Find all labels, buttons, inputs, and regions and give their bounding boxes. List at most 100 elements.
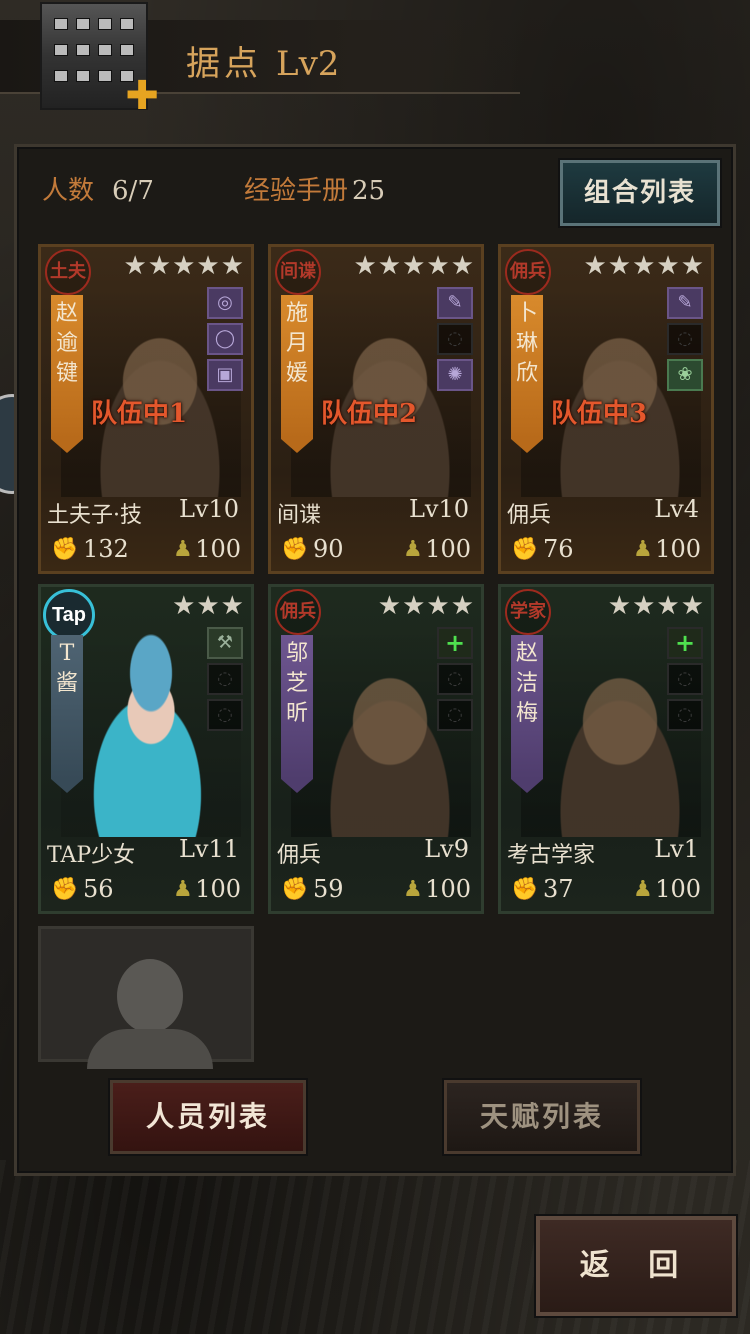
gourd-icon: ♟ (403, 877, 423, 902)
equipment-slots: + ◌ ◌ (437, 627, 473, 735)
empty-slot-icon[interactable]: ◌ (667, 699, 703, 731)
equipment-slots: + ◌ ◌ (667, 627, 703, 735)
people-count: 人数 6/7 (42, 170, 154, 207)
class-seal: 土夫 (45, 249, 91, 295)
equipment-slots: ⚒ ◌ ◌ (207, 627, 243, 735)
character-card[interactable]: 佣兵 ★★★★★ 卜 琳 欣 ✎ ◌ ❀ 队伍中3 佣兵 Lv4 ✊ 76 ♟ … (498, 244, 714, 574)
exp-label: 经验手册 (244, 176, 349, 206)
character-card[interactable]: 学家 ★★★★ 赵 洁 梅 + ◌ ◌ 考古学家 Lv1 ✊ 37 ♟ 100 (498, 584, 714, 914)
stamina-value: 100 (195, 875, 241, 903)
empty-slot-icon[interactable]: ◌ (207, 663, 243, 695)
stamina-value: 100 (655, 875, 701, 903)
banner-tail (281, 439, 313, 453)
name-banner: T 酱 (51, 635, 83, 779)
gourd-icon: ♟ (173, 877, 193, 902)
exp-manual-count: 经验手册 25 (244, 170, 385, 207)
tab-talent-list[interactable]: 天赋列表 (442, 1078, 642, 1156)
fist-icon: ✊ (281, 537, 309, 562)
character-level: Lv1 (654, 835, 699, 863)
character-card[interactable]: 佣兵 ★★★★ 邬 芝 昕 + ◌ ◌ 佣兵 Lv9 ✊ 59 ♟ 100 (268, 584, 484, 914)
fist-icon: ✊ (51, 537, 79, 562)
power-value: 90 (313, 535, 344, 563)
banner-tail (51, 439, 83, 453)
empty-slot-icon[interactable]: ◌ (667, 323, 703, 355)
star-rating: ★★★★★ (353, 251, 475, 281)
class-seal: 佣兵 (505, 249, 551, 295)
people-label: 人数 (42, 176, 95, 206)
fist-icon: ✊ (511, 537, 539, 562)
equipment-ring-icon[interactable]: ◯ (207, 323, 243, 355)
people-value: 6/7 (112, 176, 154, 206)
banner-tail (51, 779, 83, 793)
class-name: TAP少女 (47, 843, 136, 868)
class-seal: 学家 (505, 589, 551, 635)
equipment-compass-icon[interactable]: ◎ (207, 287, 243, 319)
equipment-tool-icon[interactable]: ✎ (667, 287, 703, 319)
equipment-device-icon[interactable]: ▣ (207, 359, 243, 391)
name-banner: 赵 逾 键 (51, 295, 83, 439)
gourd-icon: ♟ (403, 537, 423, 562)
power-value: 37 (543, 875, 574, 903)
character-card[interactable]: Tap ★★★ T 酱 ⚒ ◌ ◌ TAP少女 Lv11 ✊ 56 ♟ 100 (38, 584, 254, 914)
empty-slot-icon[interactable]: ◌ (437, 323, 473, 355)
silhouette-body-icon (87, 1029, 213, 1069)
tab-personnel-list[interactable]: 人员列表 (108, 1078, 308, 1156)
name-banner: 赵 洁 梅 (511, 635, 543, 779)
gourd-icon: ♟ (173, 537, 193, 562)
tap-logo: Tap (43, 589, 95, 641)
team-status: 队伍中3 (551, 399, 648, 429)
class-name: 土夫子·技 (47, 503, 142, 528)
stamina-value: 100 (425, 535, 471, 563)
empty-slot-icon[interactable]: ◌ (207, 699, 243, 731)
gourd-icon: ♟ (633, 877, 653, 902)
page-title: 据点 Lv2 (186, 36, 339, 85)
star-rating: ★★★ (172, 591, 245, 621)
power-value: 56 (83, 875, 114, 903)
character-card[interactable]: 间谍 ★★★★★ 施 月 媛 ✎ ◌ ✺ 队伍中2 间谍 Lv10 ✊ 90 ♟… (268, 244, 484, 574)
class-seal: 间谍 (275, 249, 321, 295)
equipment-gear-icon[interactable]: ✺ (437, 359, 473, 391)
character-card[interactable]: 土夫 ★★★★★ 赵 逾 键 ◎ ◯ ▣ 队伍中1 土夫子·技 Lv10 ✊ 1… (38, 244, 254, 574)
equipment-herb-icon[interactable]: ❀ (667, 359, 703, 391)
star-rating: ★★★★★ (583, 251, 705, 281)
combo-list-button[interactable]: 组合列表 (558, 158, 722, 228)
empty-slot-icon[interactable]: ◌ (667, 663, 703, 695)
power-value: 59 (313, 875, 344, 903)
banner-tail (281, 779, 313, 793)
power-value: 76 (543, 535, 574, 563)
character-level: Lv11 (178, 835, 239, 863)
fist-icon: ✊ (51, 877, 79, 902)
empty-slot-icon[interactable]: ◌ (437, 699, 473, 731)
back-button[interactable]: 返 回 (534, 1214, 738, 1318)
character-level: Lv4 (654, 495, 699, 523)
character-level: Lv10 (408, 495, 469, 523)
class-name: 间谍 (277, 503, 322, 528)
name-banner: 施 月 媛 (281, 295, 313, 439)
class-name: 考古学家 (507, 843, 596, 868)
add-equipment-icon[interactable]: + (667, 627, 703, 659)
class-name: 佣兵 (277, 843, 322, 868)
equipment-slots: ✎ ◌ ❀ (667, 287, 703, 395)
name-banner: 卜 琳 欣 (511, 295, 543, 439)
empty-slot-icon[interactable]: ◌ (437, 663, 473, 695)
class-name: 佣兵 (507, 503, 552, 528)
empty-recruit-slot[interactable] (38, 926, 254, 1069)
equipment-slots: ✎ ◌ ✺ (437, 287, 473, 395)
star-rating: ★★★★ (377, 591, 475, 621)
character-level: Lv10 (178, 495, 239, 523)
equipment-pickaxe-icon[interactable]: ⚒ (207, 627, 243, 659)
equipment-slots: ◎ ◯ ▣ (207, 287, 243, 395)
add-equipment-icon[interactable]: + (437, 627, 473, 659)
banner-tail (511, 439, 543, 453)
team-status: 队伍中1 (91, 399, 188, 429)
equipment-tool-icon[interactable]: ✎ (437, 287, 473, 319)
upgrade-plus-icon[interactable]: ✚ (124, 76, 160, 116)
base-level: Lv2 (276, 44, 340, 84)
fist-icon: ✊ (281, 877, 309, 902)
silhouette-head-icon (117, 959, 183, 1033)
name-banner: 邬 芝 昕 (281, 635, 313, 779)
banner-tail (511, 779, 543, 793)
gourd-icon: ♟ (633, 537, 653, 562)
stamina-value: 100 (425, 875, 471, 903)
character-level: Lv9 (424, 835, 469, 863)
